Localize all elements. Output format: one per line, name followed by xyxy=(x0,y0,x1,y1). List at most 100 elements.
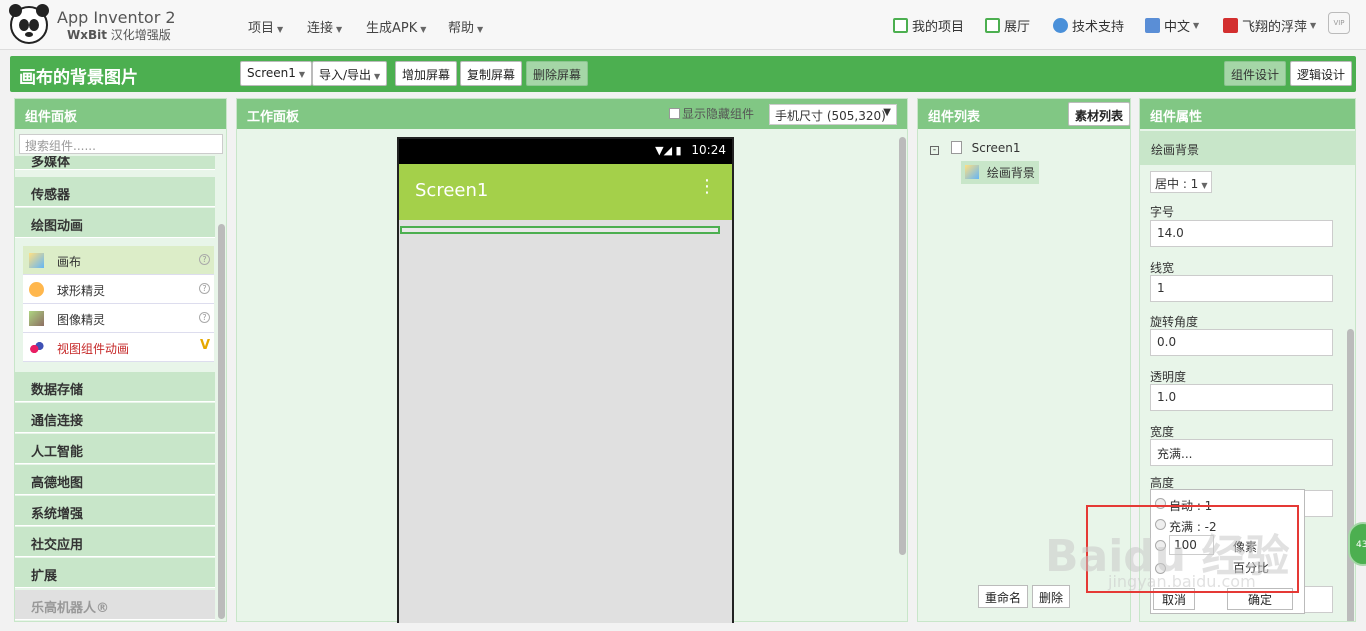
qq-icon xyxy=(1053,18,1068,33)
caret-down-icon: ▼ xyxy=(1193,21,1200,30)
category-amap[interactable]: 高德地图 xyxy=(15,465,215,495)
tree-item-canvas[interactable]: 绘画背景 xyxy=(961,161,1039,184)
app-bar: Screen1 ⋮ xyxy=(399,164,732,220)
delete-button[interactable]: 删除 xyxy=(1032,585,1071,608)
palette-scrollbar[interactable] xyxy=(218,224,225,619)
viewer-panel: 工作面板 显示隐藏组件 手机尺寸 (505,320) ▼ ▼◢ ▮ 10:24 S… xyxy=(236,98,908,623)
highlight-box xyxy=(1086,505,1299,593)
vip-badge-icon[interactable]: VIP xyxy=(1328,12,1350,34)
vip-mark-icon: V xyxy=(199,338,210,353)
width-label: 宽度 xyxy=(1150,425,1175,439)
assets-button[interactable]: 素材列表 xyxy=(1068,102,1131,126)
search-input[interactable]: 搜索组件...... xyxy=(19,134,223,154)
viewer-scrollbar[interactable] xyxy=(899,137,906,555)
status-bar: ▼◢ ▮ 10:24 xyxy=(399,139,732,164)
category-ai[interactable]: 人工智能 xyxy=(15,434,215,464)
category-media[interactable]: 多媒体 xyxy=(15,156,215,170)
text-align-select[interactable]: 居中 : 1 ▼ xyxy=(1150,171,1213,193)
caret-down-icon: ▼ xyxy=(374,72,381,81)
category-sensors[interactable]: 传感器 xyxy=(15,177,215,207)
panda-logo-icon[interactable] xyxy=(9,4,49,44)
floating-badge[interactable]: 43 xyxy=(1348,522,1366,566)
category-system[interactable]: 系统增强 xyxy=(15,496,215,526)
menu-help[interactable]: 帮助 ▼ xyxy=(448,17,483,36)
caret-down-icon: ▼ xyxy=(420,25,427,34)
category-drawing-animation[interactable]: 绘图动画 xyxy=(15,208,215,238)
list-icon xyxy=(893,18,908,33)
screen-select-button[interactable]: Screen1 ▼ xyxy=(240,61,313,86)
support-link[interactable]: 技术支持 xyxy=(1053,16,1124,35)
caret-down-icon: ▼ xyxy=(477,25,484,34)
category-connectivity[interactable]: 通信连接 xyxy=(15,403,215,433)
user-avatar-icon xyxy=(1223,18,1238,33)
palette-panel: 组件面板 搜索组件...... 多媒体 传感器 绘图动画 画布 ? 球形精灵 ?… xyxy=(14,98,227,622)
show-hidden-checkbox[interactable]: 显示隐藏组件 xyxy=(669,105,754,122)
collapse-icon[interactable]: - xyxy=(930,146,939,155)
phone-size-select[interactable]: 手机尺寸 (505,320) ▼ xyxy=(769,104,897,125)
ball-icon xyxy=(29,282,44,297)
rotation-input[interactable]: 0.0 xyxy=(1150,329,1333,356)
help-icon[interactable]: ? xyxy=(199,254,210,265)
component-canvas[interactable]: 画布 ? xyxy=(23,246,214,275)
copy-screen-button[interactable]: 复制屏幕 xyxy=(460,61,523,86)
screen-title: 画布的背景图片 xyxy=(19,68,138,88)
designer-button[interactable]: 组件设计 xyxy=(1224,61,1287,86)
top-bar: App Inventor 2 WxBit 汉化增强版 项目 ▼ 连接 ▼ 生成APK… xyxy=(0,0,1366,50)
category-storage[interactable]: 数据存储 xyxy=(15,372,215,402)
user-menu[interactable]: 飞翔的浮萍 ▼ xyxy=(1223,16,1316,35)
rename-button[interactable]: 重命名 xyxy=(978,585,1029,608)
category-extension[interactable]: 扩展 xyxy=(15,558,215,588)
image-sprite-icon xyxy=(29,311,44,326)
menu-build-apk[interactable]: 生成APK ▼ xyxy=(366,17,426,36)
my-projects-link[interactable]: 我的项目 xyxy=(893,16,964,35)
opacity-input[interactable]: 1.0 xyxy=(1150,384,1333,411)
width-input[interactable]: 充满... xyxy=(1150,439,1333,466)
help-icon[interactable]: ? xyxy=(199,283,210,294)
app-title: App Inventor 2 xyxy=(57,8,176,27)
caret-down-icon: ▼ xyxy=(1310,21,1317,30)
component-image-sprite[interactable]: 图像精灵 ? xyxy=(23,304,214,333)
line-width-label: 线宽 xyxy=(1150,261,1175,275)
tree-title: 组件列表 xyxy=(928,110,981,125)
tree-root-screen1[interactable]: - Screen1 xyxy=(930,141,1021,155)
component-ball[interactable]: 球形精灵 ? xyxy=(23,275,214,304)
caret-down-icon: ▼ xyxy=(883,107,891,118)
viewer-head: 工作面板 显示隐藏组件 手机尺寸 (505,320) ▼ xyxy=(237,99,907,129)
rotation-label: 旋转角度 xyxy=(1150,315,1199,329)
import-export-button[interactable]: 导入/导出 ▼ xyxy=(312,61,388,86)
animation-icon xyxy=(29,340,44,355)
caret-down-icon: ▼ xyxy=(277,25,284,34)
grid-icon xyxy=(985,18,1000,33)
delete-screen-button[interactable]: 删除屏幕 xyxy=(526,61,589,86)
overflow-menu-icon: ⋮ xyxy=(698,176,716,197)
properties-title: 组件属性 xyxy=(1140,99,1355,129)
caret-down-icon: ▼ xyxy=(298,70,306,79)
font-size-input[interactable]: 14.0 xyxy=(1150,220,1333,247)
language-menu[interactable]: 中文 ▼ xyxy=(1145,16,1199,35)
component-view-animation[interactable]: 视图组件动画 V xyxy=(23,333,214,362)
blocks-button[interactable]: 逻辑设计 xyxy=(1290,61,1353,86)
properties-scrollbar[interactable] xyxy=(1347,329,1354,621)
category-lego[interactable]: 乐高机器人® xyxy=(15,590,215,620)
add-screen-button[interactable]: 增加屏幕 xyxy=(395,61,458,86)
palette-title: 组件面板 xyxy=(15,99,226,129)
signal-icon: ▼◢ ▮ xyxy=(655,144,682,157)
language-icon xyxy=(1145,18,1160,33)
phone-preview: ▼◢ ▮ 10:24 Screen1 ⋮ xyxy=(397,137,734,623)
canvas-icon xyxy=(29,253,44,268)
gallery-link[interactable]: 展厅 xyxy=(985,16,1030,35)
menu-project[interactable]: 项目 ▼ xyxy=(248,17,283,36)
screen-icon xyxy=(950,141,962,154)
canvas-component[interactable] xyxy=(400,226,720,234)
canvas-icon xyxy=(965,165,979,179)
caret-down-icon: ▼ xyxy=(1201,181,1208,190)
viewer-title: 工作面板 xyxy=(247,110,300,125)
tree-head: 组件列表 素材列表 xyxy=(918,99,1131,129)
opacity-label: 透明度 xyxy=(1150,370,1187,384)
help-icon[interactable]: ? xyxy=(199,312,210,323)
category-social[interactable]: 社交应用 xyxy=(15,527,215,557)
line-width-input[interactable]: 1 xyxy=(1150,275,1333,302)
screen-toolbar: 画布的背景图片 Screen1 ▼ 导入/导出 ▼ 增加屏幕 复制屏幕 删除屏幕 组… xyxy=(10,56,1356,92)
menu-connect[interactable]: 连接 ▼ xyxy=(307,17,342,36)
caret-down-icon: ▼ xyxy=(336,25,343,34)
